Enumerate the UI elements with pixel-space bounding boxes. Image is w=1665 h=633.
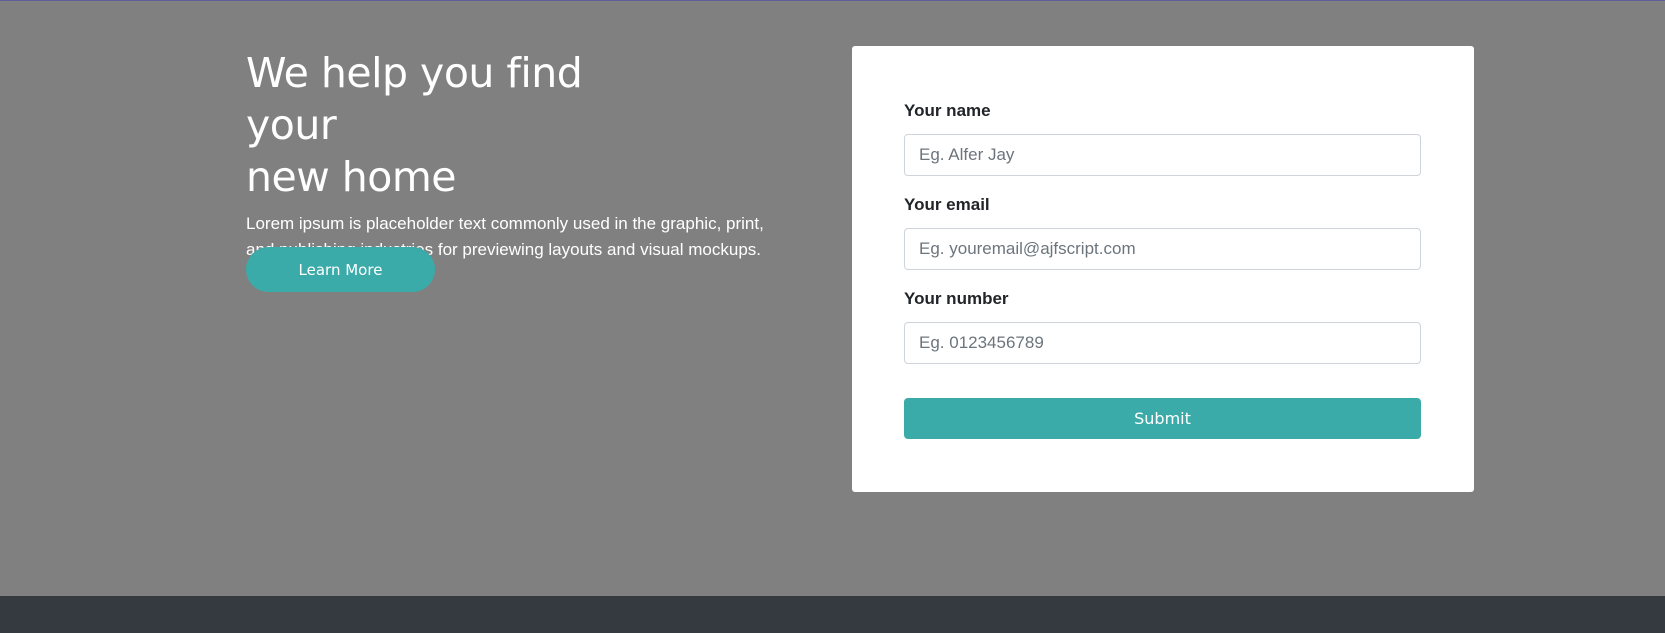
hero-title-line2: new home <box>246 153 457 201</box>
hero-text-block: We help you find your new home Lorem ips… <box>246 47 806 263</box>
email-input[interactable] <box>904 228 1421 270</box>
number-label: Your number <box>904 289 1009 308</box>
contact-form-card: Your name Your email Your number Submit <box>852 46 1474 492</box>
footer <box>0 596 1665 633</box>
hero-title-line1: We help you find your <box>246 49 583 149</box>
hero-title: We help you find your new home <box>246 47 666 203</box>
name-label: Your name <box>904 101 991 120</box>
submit-button[interactable]: Submit <box>904 398 1421 439</box>
email-label: Your email <box>904 195 990 214</box>
learn-more-button[interactable]: Learn More <box>246 247 435 292</box>
number-input[interactable] <box>904 322 1421 364</box>
hero-section: We help you find your new home Lorem ips… <box>0 1 1665 596</box>
name-input[interactable] <box>904 134 1421 176</box>
